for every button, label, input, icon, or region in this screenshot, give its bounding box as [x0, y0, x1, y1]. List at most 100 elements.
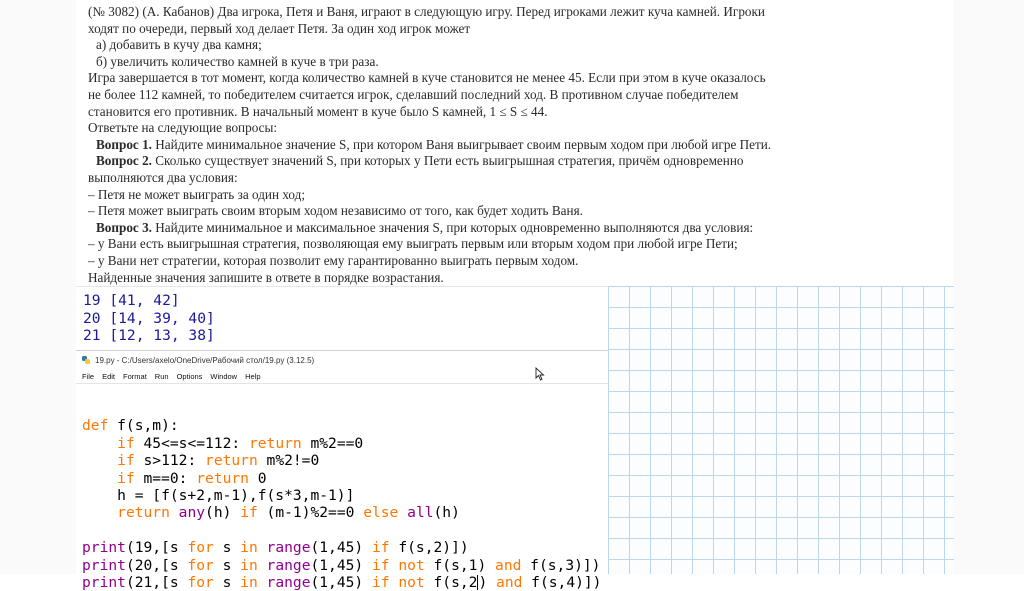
- problem-statement: (№ 3082) (А. Кабанов) Два игрока, Петя и…: [88, 4, 878, 286]
- keyword: return: [205, 452, 258, 470]
- question-2: Вопрос 2. Сколько существует значений S,…: [88, 153, 878, 170]
- builtin: all: [407, 504, 434, 522]
- left-margin: [0, 0, 76, 574]
- keyword: if: [372, 573, 390, 591]
- problem-option-b: б) увеличить количество камней в куче в …: [96, 53, 379, 69]
- menu-bar: File Edit Format Run Options Window Help: [76, 369, 608, 384]
- code-text: s>112:: [134, 452, 206, 470]
- menu-edit[interactable]: Edit: [102, 372, 115, 381]
- code-text: f(s,2)]): [389, 539, 469, 557]
- keyword: and: [495, 556, 522, 574]
- problem-line: Ответьте на следующие вопросы:: [88, 120, 277, 136]
- keyword: def: [82, 417, 109, 435]
- question-1-text: Найдите минимальное значение S, при кото…: [151, 136, 772, 152]
- keyword: for: [187, 539, 214, 557]
- code-editor[interactable]: def f(s,m): if 45<=s<=112: return m%2==0…: [82, 400, 601, 591]
- code-text: f(s,1): [424, 556, 496, 574]
- question-3-line: – у Вани есть выигрышная стратегия, позв…: [88, 236, 738, 252]
- question-2-line: – Петя может выиграть своим вторым ходом…: [88, 203, 583, 219]
- grid-paper: [608, 286, 954, 574]
- keyword: return: [248, 434, 302, 452]
- builtin: range: [266, 556, 311, 574]
- window-titlebar[interactable]: 19.py - C:/Users/axelo/OneDrive/Рабочий …: [76, 351, 608, 369]
- question-2-label: Вопрос 2.: [96, 153, 152, 169]
- question-3-label: Вопрос 3.: [96, 219, 152, 235]
- code-line: h = [f(s+2,m-1),f(s*3,m-1)]: [82, 487, 601, 504]
- code-text: m==0:: [134, 469, 197, 487]
- keyword: return: [196, 469, 249, 487]
- problem-line: ходят по очереди, первый ход делает Петя…: [88, 20, 471, 36]
- code-text: s: [213, 556, 241, 574]
- keyword: if: [117, 469, 135, 487]
- question-2-text: Сколько существует значений S, при котор…: [151, 153, 744, 169]
- code-text: (1,45): [310, 556, 372, 574]
- code-text: 0: [248, 469, 267, 487]
- code-text: f(s,2: [424, 573, 478, 591]
- question-3-line: Найденные значения запишите в ответе в п…: [88, 269, 444, 285]
- keyword: not: [398, 556, 425, 574]
- menu-format[interactable]: Format: [123, 372, 147, 381]
- code-text: (21,[s: [125, 573, 188, 591]
- keyword: else: [363, 504, 399, 522]
- right-margin: [954, 0, 1024, 574]
- output-line: 19 [41, 42]: [83, 292, 180, 309]
- shell-output[interactable]: 19 [41, 42] 20 [14, 39, 40] 21 [12, 13, …: [76, 286, 608, 351]
- builtin: print: [82, 573, 126, 591]
- menu-run[interactable]: Run: [155, 372, 169, 381]
- code-text: (h): [205, 504, 241, 522]
- code-line: print(21,[s for s in range(1,45) if not …: [82, 574, 601, 591]
- code-text: m%2!=0: [257, 452, 320, 470]
- menu-file[interactable]: File: [82, 372, 94, 381]
- keyword: if: [117, 452, 135, 470]
- keyword: and: [496, 573, 523, 591]
- keyword: not: [398, 573, 425, 591]
- code-text: m%2==0: [301, 434, 364, 452]
- python-icon: [82, 356, 90, 364]
- code-text: s: [213, 573, 241, 591]
- builtin: range: [266, 573, 311, 591]
- menu-window[interactable]: Window: [210, 372, 237, 381]
- problem-line: становится его противник. В начальный мо…: [88, 103, 548, 119]
- code-text: ): [478, 573, 497, 591]
- output-line: 20 [14, 39, 40]: [83, 309, 215, 327]
- question-3: Вопрос 3. Найдите минимальное и максимал…: [88, 220, 878, 237]
- code-text: s: [213, 539, 241, 557]
- code-text: (m-1)%2==0: [257, 504, 364, 522]
- menu-help[interactable]: Help: [245, 372, 260, 381]
- keyword: return: [117, 504, 170, 522]
- keyword: if: [240, 504, 258, 522]
- builtin: range: [266, 539, 311, 557]
- keyword: in: [240, 556, 258, 574]
- code-text: f(s,3)]): [521, 556, 601, 574]
- builtin: any: [178, 504, 206, 522]
- code-text: f(s,4)]): [522, 573, 602, 591]
- code-line: print(20,[s for s in range(1,45) if not …: [82, 557, 601, 574]
- code-line: if s>112: return m%2!=0: [82, 452, 601, 469]
- question-3-line: – у Вани нет стратегии, которая позволит…: [88, 252, 579, 268]
- question-2-line: выполняются два условия:: [88, 169, 238, 185]
- code-text: h = [f(s+2,m-1),f(s*3,m-1)]: [82, 486, 355, 504]
- code-text: f(s,m):: [108, 417, 179, 435]
- builtin: print: [82, 556, 126, 574]
- mouse-pointer-icon: [535, 367, 545, 381]
- keyword: if: [372, 556, 390, 574]
- menu-options[interactable]: Options: [177, 372, 203, 381]
- problem-option-a: а) добавить в кучу два камня;: [96, 37, 262, 53]
- code-text: (19,[s: [125, 539, 188, 557]
- window-title: 19.py - C:/Users/axelo/OneDrive/Рабочий …: [95, 355, 315, 365]
- code-text: (20,[s: [125, 556, 188, 574]
- code-line: if 45<=s<=112: return m%2==0: [82, 435, 601, 452]
- question-1: Вопрос 1. Найдите минимальное значение S…: [88, 137, 878, 154]
- question-3-text: Найдите минимальное и максимальное значе…: [151, 219, 754, 235]
- code-text: (1,45): [310, 539, 372, 557]
